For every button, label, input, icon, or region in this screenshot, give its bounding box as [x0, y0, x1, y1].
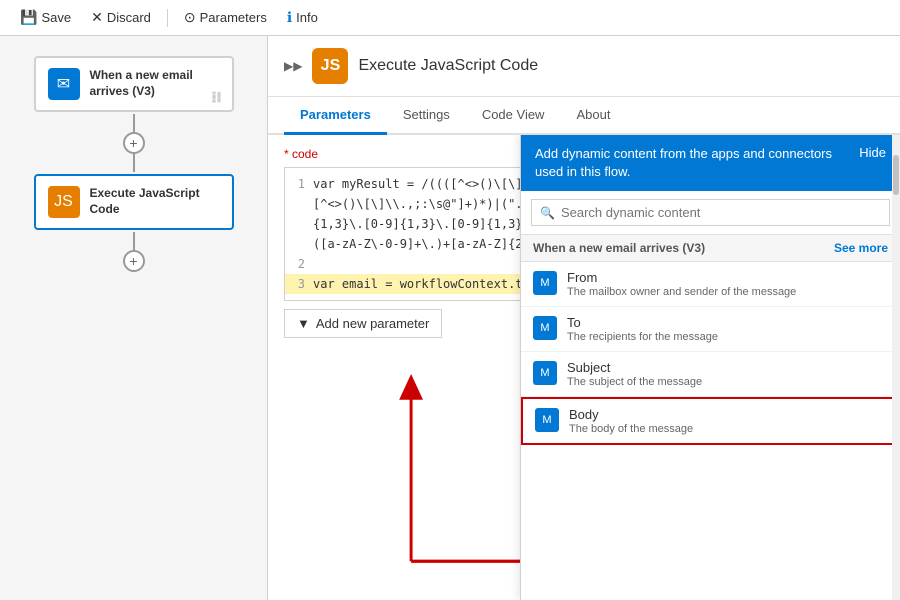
- scrollbar-track[interactable]: [892, 135, 900, 600]
- discard-label: Discard: [107, 10, 151, 25]
- dynamic-header-text: Add dynamic content from the apps and co…: [535, 145, 835, 181]
- link-icon: ⛓: [210, 91, 224, 104]
- add-step-1[interactable]: +: [123, 132, 145, 154]
- connector-line-2: [133, 154, 135, 172]
- scrollbar-thumb: [893, 155, 899, 195]
- to-name: To: [567, 315, 718, 330]
- tab-about[interactable]: About: [560, 97, 626, 135]
- to-icon: M: [533, 316, 557, 340]
- email-trigger-node[interactable]: ✉ When a new email arrives (V3) ⛓: [34, 56, 234, 112]
- right-panel: ▶▶ JS Execute JavaScript Code Parameters…: [268, 36, 900, 600]
- parameters-icon: ⊙: [184, 9, 196, 26]
- add-param-button[interactable]: ▼ Add new parameter: [284, 309, 442, 338]
- from-name: From: [567, 270, 796, 285]
- connector-line-3: [133, 232, 135, 250]
- divider: [167, 9, 168, 27]
- expand-icon[interactable]: ▶▶: [284, 59, 302, 73]
- section-title: When a new email arrives (V3): [533, 241, 705, 255]
- js-icon: JS: [48, 186, 80, 218]
- save-label: Save: [41, 10, 71, 25]
- subject-icon: M: [533, 361, 557, 385]
- js-code-node[interactable]: JS Execute JavaScript Code: [34, 174, 234, 230]
- add-param-label: Add new parameter: [316, 316, 429, 331]
- dynamic-content-list: When a new email arrives (V3) See more M…: [521, 235, 900, 600]
- dynamic-search-area: 🔍: [521, 191, 900, 235]
- dynamic-item-body[interactable]: M Body The body of the message: [521, 397, 900, 445]
- connector-line-1: [133, 114, 135, 132]
- main-layout: ✉ When a new email arrives (V3) ⛓ + JS E…: [0, 36, 900, 600]
- search-box: 🔍: [531, 199, 890, 226]
- section-header: When a new email arrives (V3) See more: [521, 235, 900, 262]
- info-icon: ℹ: [287, 9, 292, 26]
- connector-1: +: [123, 114, 145, 172]
- subject-desc: The subject of the message: [567, 376, 702, 388]
- dynamic-item-subject[interactable]: M Subject The subject of the message: [521, 352, 900, 397]
- dynamic-header: Add dynamic content from the apps and co…: [521, 135, 900, 191]
- discard-button[interactable]: ✕ Discard: [83, 5, 159, 30]
- dynamic-search-input[interactable]: [561, 205, 881, 220]
- body-icon: M: [535, 408, 559, 432]
- body-desc: The body of the message: [569, 423, 693, 435]
- connector-2: +: [123, 232, 145, 272]
- tab-parameters[interactable]: Parameters: [284, 97, 387, 135]
- action-header: ▶▶ JS Execute JavaScript Code: [268, 36, 900, 97]
- content-area: * code 1 var myResult = /((([^<>()\[\]\\…: [268, 135, 900, 600]
- save-icon: 💾: [20, 9, 37, 26]
- from-icon: M: [533, 271, 557, 295]
- email-node-label: When a new email arrives (V3): [90, 68, 220, 99]
- js-node-label: Execute JavaScript Code: [90, 186, 220, 217]
- dynamic-content-panel: Add dynamic content from the apps and co…: [520, 135, 900, 600]
- left-panel: ✉ When a new email arrives (V3) ⛓ + JS E…: [0, 36, 268, 600]
- action-icon: JS: [312, 48, 348, 84]
- body-name: Body: [569, 407, 693, 422]
- tab-bar: Parameters Settings Code View About: [268, 97, 900, 135]
- email-icon: ✉: [48, 68, 80, 100]
- parameters-button[interactable]: ⊙ Parameters: [176, 5, 275, 30]
- info-label: Info: [296, 10, 318, 25]
- add-step-2[interactable]: +: [123, 250, 145, 272]
- dynamic-item-to[interactable]: M To The recipients for the message: [521, 307, 900, 352]
- from-desc: The mailbox owner and sender of the mess…: [567, 286, 796, 298]
- info-button[interactable]: ℹ Info: [279, 5, 326, 30]
- action-title: Execute JavaScript Code: [358, 57, 538, 75]
- dynamic-item-from[interactable]: M From The mailbox owner and sender of t…: [521, 262, 900, 307]
- save-button[interactable]: 💾 Save: [12, 5, 79, 30]
- tab-settings[interactable]: Settings: [387, 97, 466, 135]
- see-more-link[interactable]: See more: [834, 241, 888, 255]
- dropdown-icon: ▼: [297, 316, 310, 331]
- tab-code-view[interactable]: Code View: [466, 97, 561, 135]
- discard-icon: ✕: [91, 9, 103, 26]
- toolbar: 💾 Save ✕ Discard ⊙ Parameters ℹ Info: [0, 0, 900, 36]
- search-icon: 🔍: [540, 206, 555, 220]
- subject-name: Subject: [567, 360, 702, 375]
- to-desc: The recipients for the message: [567, 331, 718, 343]
- hide-button[interactable]: Hide: [859, 145, 886, 160]
- parameters-label: Parameters: [200, 10, 267, 25]
